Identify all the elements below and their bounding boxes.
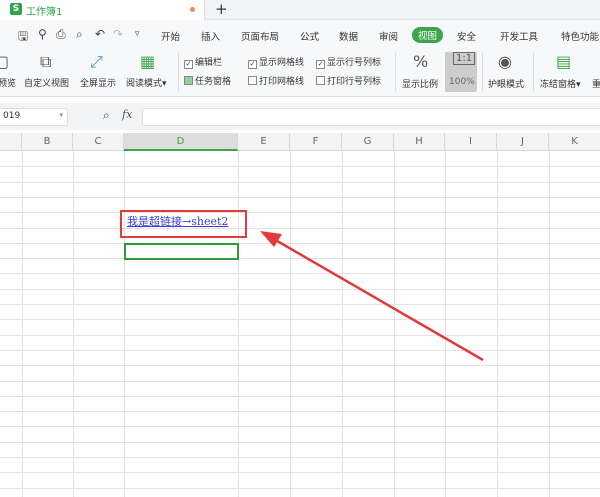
annotation-arrow [260, 231, 484, 362]
arrow-head-icon [260, 231, 282, 247]
arrow-shaft [271, 236, 484, 362]
